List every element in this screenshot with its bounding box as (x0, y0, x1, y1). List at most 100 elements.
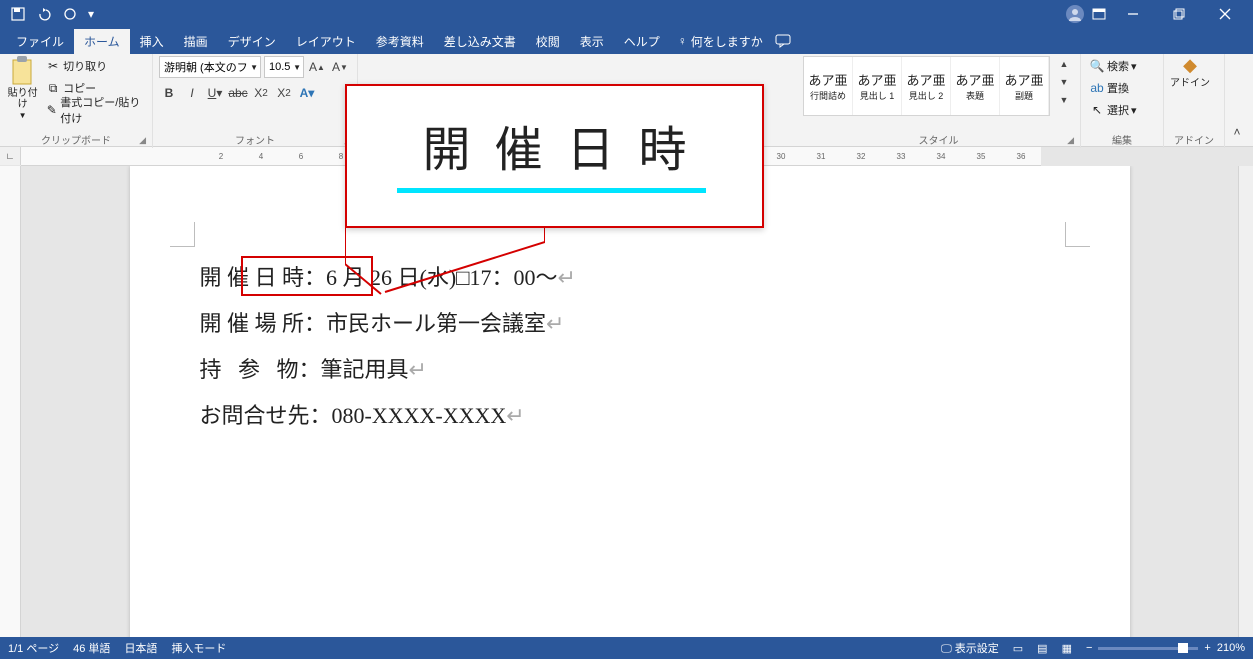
cut-label: 切り取り (63, 58, 107, 74)
subscript-button[interactable]: X2 (251, 83, 271, 103)
style-preview: あア亜 (857, 70, 896, 89)
styles-row-up[interactable]: ▲ (1054, 56, 1074, 72)
find-button[interactable]: 🔍検索▾ (1087, 56, 1139, 76)
tab-draw[interactable]: 描画 (174, 29, 218, 54)
style-preview: あア亜 (808, 70, 847, 89)
status-insert-mode[interactable]: 挿入モード (171, 640, 226, 656)
strikethrough-button[interactable]: abc (228, 83, 248, 103)
zoom-slider[interactable] (1098, 647, 1198, 650)
shrink-font-button[interactable]: A▼ (330, 57, 350, 77)
quick-access-toolbar: ▾ (6, 2, 98, 26)
clipboard-dialog-launcher[interactable]: ◢ (139, 135, 146, 146)
view-read-button[interactable]: ▭ (1013, 642, 1023, 655)
zoom-control[interactable]: − + 210% (1086, 642, 1245, 654)
ribbon-display-button[interactable] (1087, 2, 1111, 26)
tab-layout[interactable]: レイアウト (286, 29, 366, 54)
account-button[interactable] (1063, 2, 1087, 26)
format-painter-button[interactable]: ✎書式コピー/貼り付け (43, 100, 146, 120)
format-painter-label: 書式コピー/貼り付け (60, 94, 144, 126)
tab-insert[interactable]: 挿入 (130, 29, 174, 54)
styles-group-label: スタイル (919, 136, 959, 147)
view-print-button[interactable]: ▤ (1037, 642, 1047, 655)
zoom-out-button[interactable]: − (1086, 642, 1092, 654)
paste-button[interactable]: 貼り付け ▼ (6, 56, 39, 121)
callout-balloon: 開催日時 (345, 84, 764, 228)
tab-references[interactable]: 参考資料 (366, 29, 434, 54)
font-size-combo[interactable]: ▼ (264, 56, 304, 78)
tab-help[interactable]: ヘルプ (614, 29, 670, 54)
vertical-ruler[interactable] (0, 166, 21, 637)
copy-icon: ⧉ (45, 80, 61, 96)
para-mark-icon: ↵ (546, 311, 564, 336)
scissors-icon: ✂ (45, 58, 61, 74)
doc-line-4[interactable]: お問合せ先：080-XXXX-XXXX↵ (200, 394, 1060, 438)
addin-button[interactable]: ◆ アドイン (1170, 56, 1210, 89)
grow-font-button[interactable]: A▲ (307, 57, 327, 77)
doc-line-2[interactable]: 開 催 場 所：市民ホール第一会議室↵ (200, 302, 1060, 346)
zoom-thumb[interactable] (1178, 643, 1188, 653)
select-button[interactable]: ↖選択▾ (1087, 100, 1139, 120)
style-item[interactable]: あア亜表題 (951, 57, 1000, 115)
crop-mark (170, 222, 195, 247)
restore-button[interactable] (1157, 0, 1201, 28)
vertical-scrollbar[interactable] (1238, 166, 1253, 637)
tab-view[interactable]: 表示 (570, 29, 614, 54)
ribbon-tabs: ファイル ホーム 挿入 描画 デザイン レイアウト 参考資料 差し込み文書 校閲… (0, 28, 1253, 54)
style-preview: あア亜 (1004, 70, 1043, 89)
styles-dialog-launcher[interactable]: ◢ (1067, 135, 1074, 146)
underline-button[interactable]: U▾ (205, 83, 225, 103)
view-web-button[interactable]: ▦ (1062, 642, 1072, 655)
display-settings-label: 表示設定 (955, 643, 999, 655)
style-label: 見出し 1 (860, 89, 895, 102)
ruler-tick: 33 (881, 152, 921, 161)
redo-button[interactable] (58, 2, 82, 26)
paste-label: 貼り付け (6, 88, 39, 110)
zoom-in-button[interactable]: + (1204, 642, 1210, 654)
style-item[interactable]: あア亜副題 (1000, 57, 1049, 115)
tab-review[interactable]: 校閲 (526, 29, 570, 54)
collapse-ribbon-button[interactable]: ˄ (1227, 122, 1247, 142)
comments-button[interactable] (771, 29, 795, 53)
tab-home[interactable]: ホーム (74, 29, 130, 54)
style-item[interactable]: あア亜見出し 2 (902, 57, 951, 115)
brush-icon: ✎ (45, 102, 58, 118)
superscript-button[interactable]: X2 (274, 83, 294, 103)
tab-file[interactable]: ファイル (6, 29, 74, 54)
zoom-value[interactable]: 210% (1217, 642, 1245, 654)
tab-selector[interactable]: ∟ (0, 147, 21, 165)
replace-button[interactable]: ab置換 (1087, 78, 1139, 98)
style-item[interactable]: あア亜行間詰め (804, 57, 853, 115)
bold-button[interactable]: B (159, 83, 179, 103)
display-settings-button[interactable]: 🖵 表示設定 (941, 640, 999, 656)
status-words[interactable]: 46 単語 (73, 640, 110, 656)
font-name-combo[interactable]: ▼ (159, 56, 261, 78)
tab-mailings[interactable]: 差し込み文書 (434, 29, 526, 54)
text-effects-button[interactable]: A▾ (297, 83, 317, 103)
addin-group-label: アドイン (1174, 136, 1214, 147)
save-button[interactable] (6, 2, 30, 26)
status-language[interactable]: 日本語 (124, 640, 157, 656)
style-label: 行間詰め (810, 89, 846, 102)
style-item[interactable]: あア亜見出し 1 (853, 57, 902, 115)
italic-button[interactable]: I (182, 83, 202, 103)
styles-more[interactable]: ▼ (1054, 92, 1074, 108)
clipboard-group-label: クリップボード (41, 136, 111, 147)
font-name-input[interactable] (162, 60, 250, 74)
line4-label: お問合せ先 (200, 403, 310, 428)
cut-button[interactable]: ✂切り取り (43, 56, 146, 76)
styles-gallery[interactable]: あア亜行間詰めあア亜見出し 1あア亜見出し 2あア亜表題あア亜副題 (803, 56, 1050, 116)
font-size-input[interactable] (267, 60, 293, 74)
document-canvas[interactable]: 開 催 日 時：6 月 26 日(水)□17：00～↵ 開 催 場 所：市民ホー… (21, 166, 1238, 637)
undo-button[interactable] (32, 2, 56, 26)
minimize-button[interactable] (1111, 0, 1155, 28)
tab-design[interactable]: デザイン (218, 29, 286, 54)
style-label: 表題 (966, 89, 984, 102)
ruler-tick: 34 (921, 152, 961, 161)
tell-me[interactable]: ♀ 何をしますか (670, 33, 771, 50)
styles-row-down[interactable]: ▼ (1054, 74, 1074, 90)
qa-customize-button[interactable]: ▾ (84, 2, 98, 26)
para-mark-icon: ↵ (557, 265, 575, 290)
doc-line-3[interactable]: 持 参 物：筆記用具↵ (200, 348, 1060, 392)
close-button[interactable] (1203, 0, 1247, 28)
status-page[interactable]: 1/1 ページ (8, 640, 59, 656)
